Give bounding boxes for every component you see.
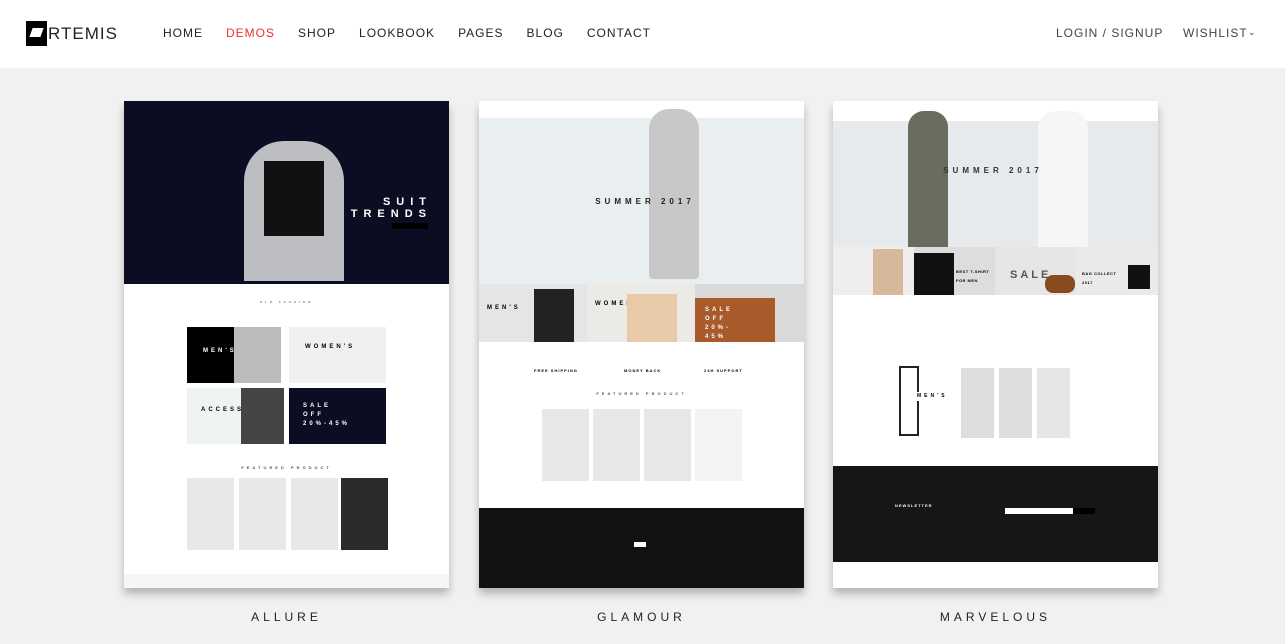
banner-womens: WOMEN'S <box>587 284 695 342</box>
demo-label-glamour[interactable]: GLAMOUR <box>479 610 804 624</box>
nav-pages[interactable]: PAGES <box>458 26 503 40</box>
banner-sale: SALE OFF 20%- 45% <box>695 284 804 342</box>
model-image <box>908 111 948 247</box>
hero-title: SUMMER 2017 <box>943 166 1043 175</box>
logo-text: RTEMIS <box>48 23 118 43</box>
demo-label-marvelous[interactable]: MARVELOUS <box>833 610 1158 624</box>
demo-preview-marvelous[interactable]: SUMMER 2017 BEST T-SHIRT FOR MEN SALE BA… <box>833 101 1158 588</box>
tile-sale: SALE OFF 20%-45% <box>289 388 386 444</box>
demo-preview-allure[interactable]: SUIT TRENDS OLD FASHION MEN'S WOMEN'S AC… <box>124 101 449 588</box>
tile-womens: WOMEN'S <box>289 327 386 383</box>
wishlist-menu[interactable]: WISHLIST <box>1183 26 1248 40</box>
section-title: FEATURED PRODUCT <box>596 391 687 396</box>
site-header: RTEMIS HOME DEMOS SHOP LOOKBOOK PAGES BL… <box>0 0 1285 68</box>
banner-bag: BAG COLLECT 2017 <box>1076 247 1158 295</box>
hero-button <box>392 223 428 229</box>
banner-mens: MEN'S <box>479 284 587 342</box>
nav-home[interactable]: HOME <box>163 26 203 40</box>
login-signup-link[interactable]: LOGIN / SIGNUP <box>1056 26 1163 40</box>
hero-banner: SUIT TRENDS <box>124 101 449 284</box>
nav-contact[interactable]: CONTACT <box>587 26 651 40</box>
demo-preview-glamour[interactable]: SUMMER 2017 MEN'S WOMEN'S SALE OFF 20%- … <box>479 101 804 588</box>
banner-tshirt: BEST T-SHIRT FOR MEN <box>914 247 995 295</box>
chevron-down-icon[interactable]: ⌄ <box>1248 27 1257 38</box>
main-nav: HOME DEMOS SHOP LOOKBOOK PAGES BLOG CONT… <box>163 26 651 40</box>
model-image <box>649 109 699 279</box>
tile-mens: MEN'S <box>187 327 234 383</box>
nav-shop[interactable]: SHOP <box>298 26 336 40</box>
banner-sale: SALE <box>995 247 1076 295</box>
hero-banner: SUMMER 2017 <box>479 101 804 284</box>
section-title: FEATURED PRODUCT <box>241 465 332 470</box>
demo-label-allure[interactable]: ALLURE <box>124 610 449 624</box>
backpack-image <box>264 161 324 236</box>
logo[interactable]: RTEMIS <box>26 21 118 46</box>
nav-lookbook[interactable]: LOOKBOOK <box>359 26 435 40</box>
logo-mark-icon <box>26 21 47 46</box>
hero-banner: SUMMER 2017 <box>833 101 1158 247</box>
hero-title: SUMMER 2017 <box>595 197 695 206</box>
footer <box>479 508 804 588</box>
featured-mens: MEN'S <box>899 366 945 436</box>
nav-blog[interactable]: BLOG <box>527 26 564 40</box>
tile-accessories: ACCESSORIES <box>187 388 284 444</box>
hero-title: SUIT TRENDS <box>350 196 432 220</box>
newsletter-section: NEWSLETTER <box>833 466 1158 562</box>
nav-demos[interactable]: DEMOS <box>226 26 275 40</box>
